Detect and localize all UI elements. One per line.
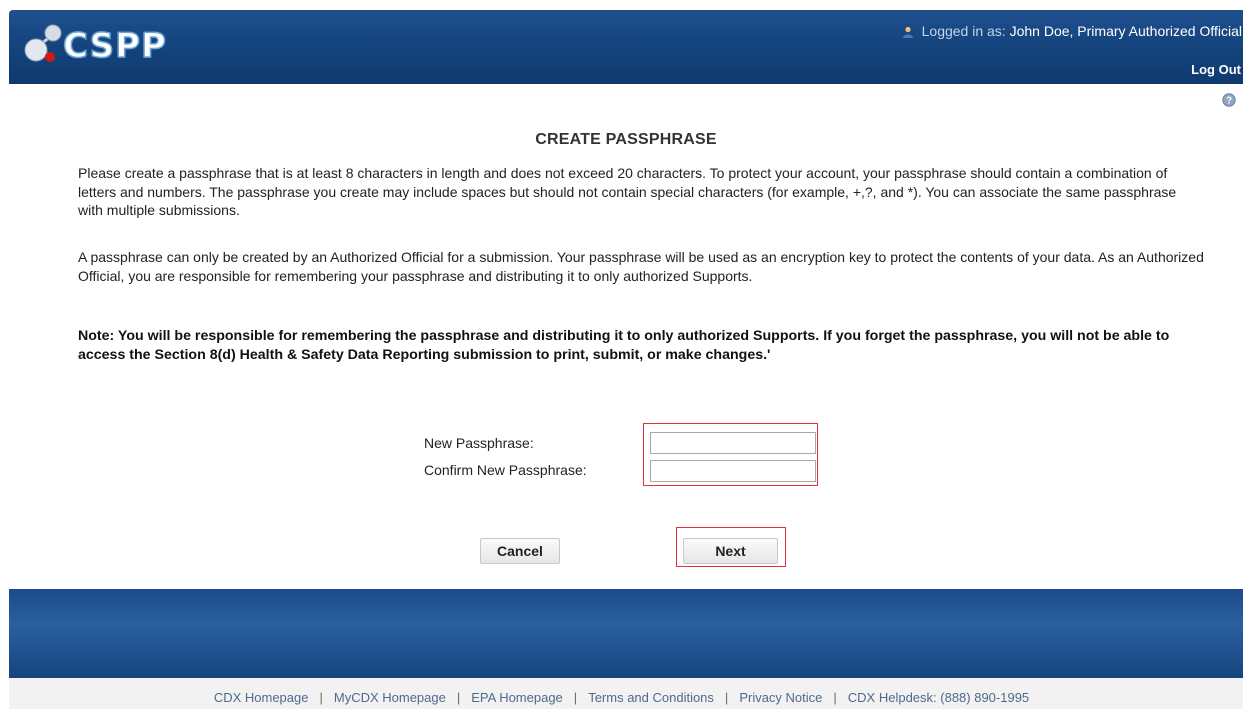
- app-name: CSPP: [62, 25, 167, 67]
- logged-in-prefix: Logged in as:: [921, 23, 1006, 39]
- cancel-button[interactable]: Cancel: [480, 538, 560, 564]
- footer-separator: |: [833, 690, 837, 705]
- user-icon: [902, 25, 914, 41]
- footer-link-helpdesk[interactable]: CDX Helpdesk: (888) 890-1995: [848, 690, 1029, 705]
- footer-link-epa-homepage[interactable]: EPA Homepage: [471, 690, 563, 705]
- user-name: John Doe, Primary Authorized Official: [1009, 23, 1242, 39]
- new-passphrase-input[interactable]: [650, 432, 816, 454]
- next-button[interactable]: Next: [683, 538, 778, 564]
- footer-links: CDX Homepage | MyCDX Homepage | EPA Homepage…: [0, 690, 1243, 705]
- footer-link-cdx-homepage[interactable]: CDX Homepage: [214, 690, 309, 705]
- footer-banner: [9, 589, 1243, 678]
- logged-in-info: Logged in as: John Doe, Primary Authoriz…: [902, 23, 1242, 41]
- footer-link-mycdx-homepage[interactable]: MyCDX Homepage: [334, 690, 446, 705]
- footer-separator: |: [319, 690, 323, 705]
- footer-separator: |: [573, 690, 578, 705]
- confirm-passphrase-input[interactable]: [650, 460, 816, 482]
- responsibility-note: Note: You will be responsible for rememb…: [78, 328, 1170, 364]
- page-title: CREATE PASSPHRASE: [535, 131, 717, 148]
- confirm-passphrase-label: Confirm New Passphrase:: [424, 462, 587, 478]
- svg-text:?: ?: [1226, 96, 1232, 107]
- footer-separator: |: [456, 690, 461, 705]
- logout-link[interactable]: Log Out: [1191, 62, 1241, 77]
- footer-link-privacy[interactable]: Privacy Notice: [739, 690, 822, 705]
- app-header: CSPP Logged in as: John Doe, Primary Aut…: [9, 10, 1243, 84]
- authorized-official-paragraph: A passphrase can only be created by an A…: [78, 249, 1204, 284]
- footer-link-terms[interactable]: Terms and Conditions: [588, 690, 714, 705]
- help-icon[interactable]: ?: [1222, 93, 1236, 107]
- instructions-paragraph: Please create a passphrase that is at le…: [78, 165, 1177, 219]
- footer-separator: |: [724, 690, 729, 705]
- cspp-logo[interactable]: CSPP: [23, 20, 193, 70]
- new-passphrase-label: New Passphrase:: [424, 435, 534, 451]
